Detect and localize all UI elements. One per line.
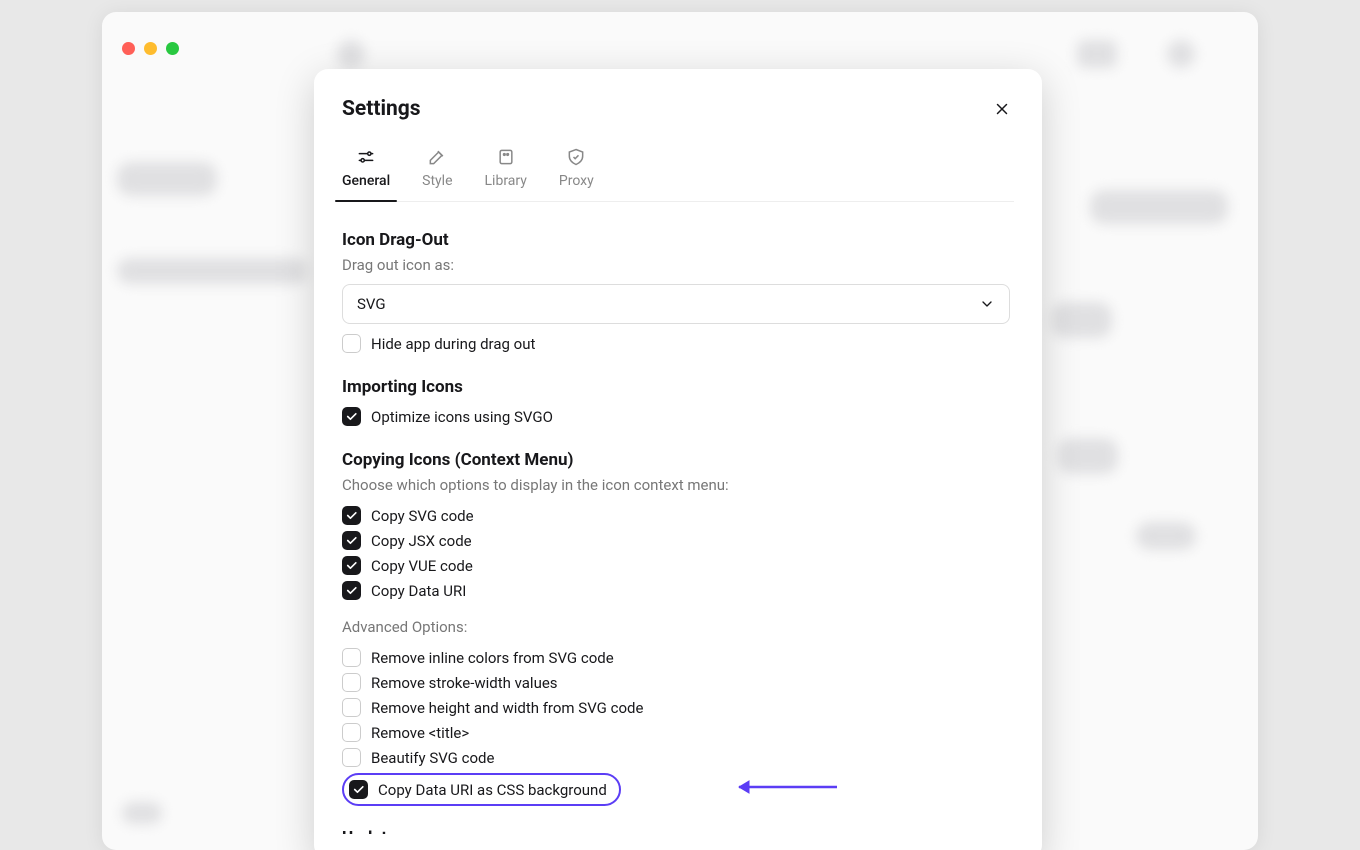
bg-item-a [1052,302,1112,338]
annotation-highlight: Copy Data URI as CSS background [342,773,621,806]
beautify-svg-checkbox[interactable] [342,748,361,767]
check-label: Copy Data URI as CSS background [378,781,607,799]
select-value: SVG [357,295,386,313]
app-window: Settings General Style Library Proxy [102,12,1258,850]
tab-label: Style [422,173,452,189]
remove-inline-colors-checkbox[interactable] [342,648,361,667]
check-label: Copy SVG code [371,507,474,525]
traffic-lights [122,42,179,55]
check-label: Remove stroke-width values [371,674,558,692]
tab-library[interactable]: Library [485,147,527,201]
settings-modal: Settings General Style Library Proxy [314,69,1042,850]
check-icon [345,410,358,423]
copy-vue-checkbox[interactable] [342,556,361,575]
chevron-down-icon [979,296,995,312]
tab-label: Library [485,173,527,189]
remove-hw-checkbox[interactable] [342,698,361,717]
pencil-square-icon [427,147,447,167]
copy-jsx-checkbox[interactable] [342,531,361,550]
bg-bottom [122,802,162,824]
bg-pill [117,162,217,196]
bg-toolbar-b [1167,40,1195,68]
settings-content[interactable]: Icon Drag-Out Drag out icon as: SVG Hide… [342,202,1014,834]
library-icon [496,147,516,167]
bg-avatar [337,40,365,68]
remove-title-checkbox[interactable] [342,723,361,742]
check-label: Optimize icons using SVGO [371,408,553,426]
check-label: Remove height and width from SVG code [371,699,643,717]
check-icon [345,584,358,597]
bg-row [117,258,307,284]
importing-title: Importing Icons [342,377,1010,397]
window-minimize-button[interactable] [144,42,157,55]
check-icon [345,534,358,547]
advanced-options-label: Advanced Options: [342,618,1010,636]
check-label: Hide app during drag out [371,335,535,353]
dragout-format-select[interactable]: SVG [342,284,1010,324]
optimize-svgo-checkbox[interactable] [342,407,361,426]
window-fullscreen-button[interactable] [166,42,179,55]
check-label: Copy Data URI [371,582,466,600]
copy-datauri-checkbox[interactable] [342,581,361,600]
updates-title: Updates [342,828,1010,834]
copy-svg-checkbox[interactable] [342,506,361,525]
window-close-button[interactable] [122,42,135,55]
hide-app-checkbox[interactable] [342,334,361,353]
check-label: Beautify SVG code [371,749,494,767]
dragout-label: Drag out icon as: [342,256,1010,274]
check-icon [352,783,365,796]
icon-dragout-title: Icon Drag-Out [342,230,1010,250]
annotation-arrow [727,775,837,799]
check-label: Remove inline colors from SVG code [371,649,614,667]
check-icon [345,559,358,572]
copying-title: Copying Icons (Context Menu) [342,450,1010,470]
remove-stroke-width-checkbox[interactable] [342,673,361,692]
copy-datauri-css-checkbox[interactable] [349,780,368,799]
tab-label: Proxy [559,173,594,189]
sliders-icon [356,147,376,167]
bg-toolbar-a [1077,40,1117,68]
bg-item-b [1058,438,1118,474]
check-label: Copy VUE code [371,557,473,575]
close-icon [993,100,1011,118]
tab-proxy[interactable]: Proxy [559,147,594,201]
bg-btn [1090,190,1228,224]
close-button[interactable] [990,97,1014,121]
check-label: Copy JSX code [371,532,472,550]
tabs: General Style Library Proxy [342,147,1014,202]
tab-general[interactable]: General [342,147,390,201]
check-label: Remove <title> [371,724,469,742]
tab-style[interactable]: Style [422,147,452,201]
copying-subtitle: Choose which options to display in the i… [342,476,1010,494]
tab-label: General [342,173,390,189]
check-icon [345,509,358,522]
modal-title: Settings [342,97,421,121]
shield-icon [566,147,586,167]
bg-item-c [1136,522,1196,550]
